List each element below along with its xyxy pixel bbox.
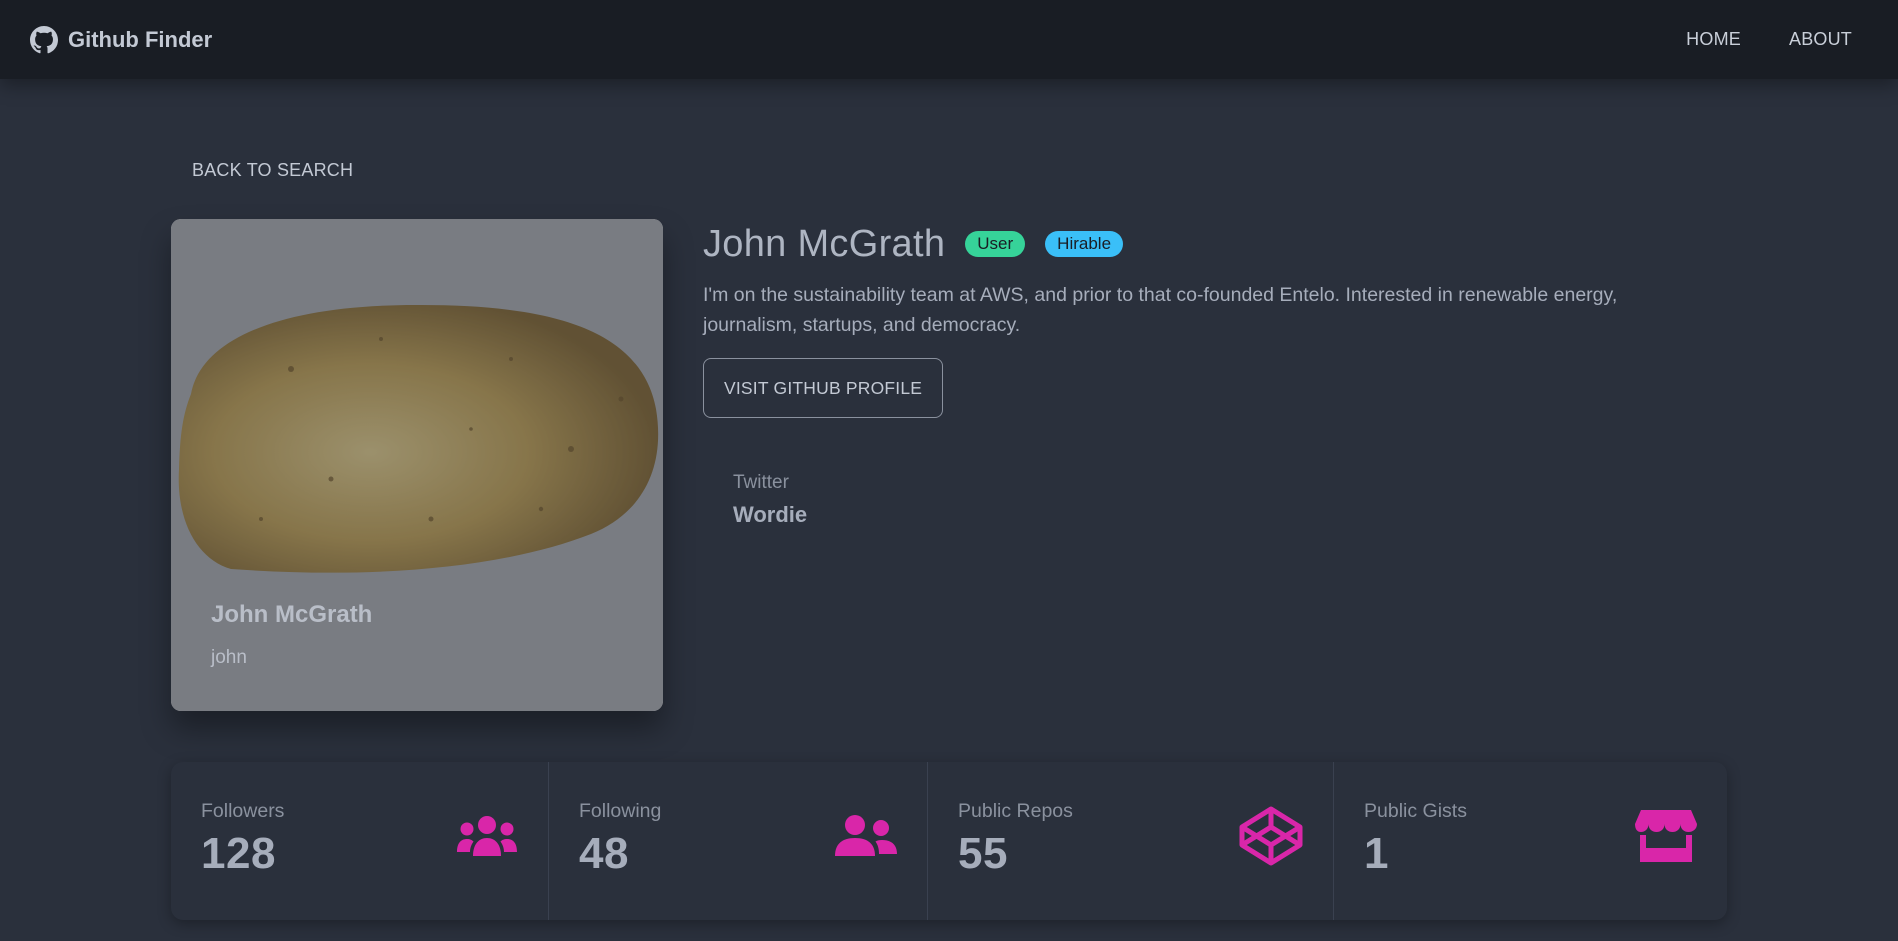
- avatar-name: John McGrath: [211, 601, 373, 628]
- twitter-label: Twitter: [733, 472, 789, 493]
- nav-about-link[interactable]: ABOUT: [1773, 19, 1868, 60]
- twitter-handle[interactable]: Wordie: [733, 502, 1723, 528]
- codepen-icon: [1239, 806, 1303, 866]
- stat-following: Following 48: [548, 762, 927, 920]
- twitter-info: Twitter Wordie: [733, 472, 1723, 528]
- navbar: Github Finder HOME ABOUT: [0, 0, 1898, 79]
- avatar-card: John McGrath john: [171, 219, 663, 711]
- visit-github-profile-button[interactable]: VISIT GITHUB PROFILE: [703, 358, 944, 418]
- user-bio: I'm on the sustainability team at AWS, a…: [703, 284, 1618, 336]
- name-row: John McGrath User Hirable: [703, 220, 1723, 268]
- hirable-badge: Hirable: [1045, 231, 1124, 257]
- profile-info: John McGrath User Hirable I'm on the sus…: [703, 220, 1723, 528]
- avatar-login: john: [211, 647, 247, 668]
- stat-public-repos: Public Repos 55: [927, 762, 1333, 920]
- brand-title: Github Finder: [68, 26, 213, 52]
- github-icon: [30, 25, 58, 53]
- stat-followers: Followers 128: [171, 762, 548, 920]
- avatar-overlay: [171, 219, 663, 711]
- brand-link[interactable]: Github Finder: [30, 25, 213, 54]
- stat-public-gists: Public Gists 1: [1333, 762, 1727, 920]
- stats-panel: Followers 128 Following 48 Public Repos …: [171, 762, 1727, 920]
- user-type-badge: User: [965, 231, 1026, 257]
- nav-links: HOME ABOUT: [1670, 19, 1868, 60]
- user-friends-icon: [835, 815, 897, 856]
- user-name: John McGrath: [703, 222, 946, 265]
- store-icon: [1635, 810, 1697, 862]
- back-to-search-button[interactable]: BACK TO SEARCH: [172, 150, 373, 190]
- users-icon: [457, 816, 517, 856]
- nav-home-link[interactable]: HOME: [1670, 19, 1757, 60]
